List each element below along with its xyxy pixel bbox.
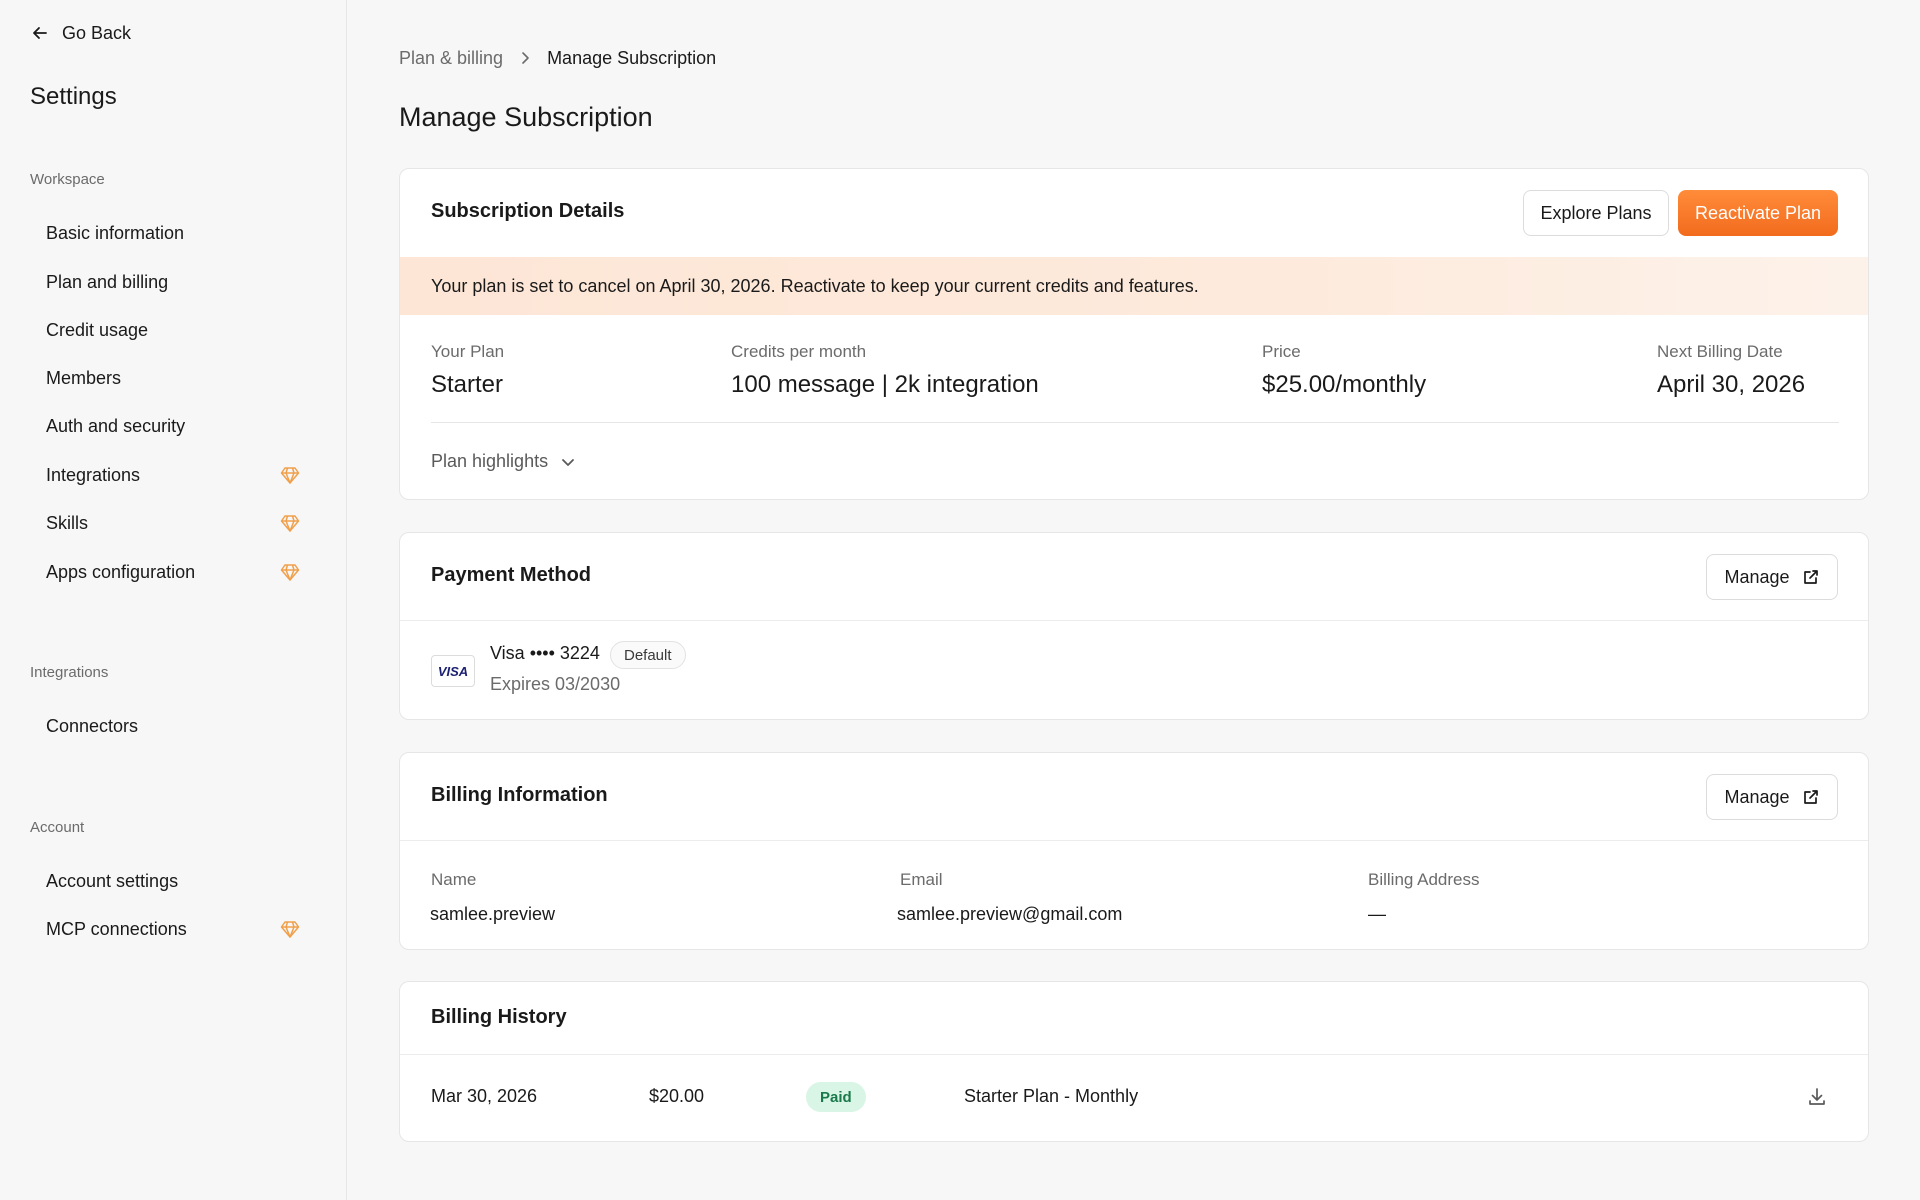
chevron-down-icon — [562, 458, 574, 466]
download-icon[interactable] — [1806, 1086, 1828, 1108]
section-label-account: Account — [30, 819, 85, 836]
go-back-label: Go Back — [62, 22, 132, 43]
billing-history-card: Billing History Mar 30, 2026 $20.00 Paid… — [399, 981, 1869, 1142]
name-label: Name — [431, 870, 477, 889]
plan-highlights-toggle[interactable]: Plan highlights — [431, 451, 578, 472]
divider — [431, 422, 1839, 423]
card-header: Payment Method Manage — [400, 533, 1868, 621]
card-title: Billing History — [431, 1006, 567, 1028]
sidebar-item-label: Auth and security — [46, 415, 186, 436]
credits-label: Credits per month — [731, 342, 867, 361]
settings-sidebar: Go Back Settings Workspace Basic informa… — [0, 0, 347, 1200]
sidebar-item-label: Integrations — [46, 464, 141, 485]
external-link-icon — [1803, 570, 1818, 584]
plan-highlights-label: Plan highlights — [431, 451, 549, 471]
email-value: samlee.preview@gmail.com — [897, 904, 1123, 924]
visa-icon: VISA — [431, 655, 475, 687]
invoice-date: Mar 30, 2026 — [431, 1086, 538, 1106]
explore-plans-button[interactable]: Explore Plans — [1523, 190, 1669, 236]
cancellation-alert: Your plan is set to cancel on April 30, … — [400, 257, 1868, 315]
sidebar-item-connectors[interactable]: Connectors — [30, 706, 310, 746]
sidebar-item-integrations[interactable]: Integrations — [30, 455, 310, 495]
card-expiry: Expires 03/2030 — [490, 674, 621, 694]
sidebar-item-apps-configuration[interactable]: Apps configuration — [30, 552, 310, 592]
settings-title: Settings — [30, 83, 117, 110]
sidebar-item-skills[interactable]: Skills — [30, 503, 310, 543]
page-title: Manage Subscription — [399, 102, 653, 132]
breadcrumb: Plan & billing Manage Subscription — [399, 46, 716, 70]
sidebar-item-plan-and-billing[interactable]: Plan and billing — [30, 262, 310, 302]
diamond-icon — [280, 467, 300, 484]
plan-label: Your Plan — [431, 342, 505, 361]
sidebar-item-label: Plan and billing — [46, 271, 169, 292]
price-label: Price — [1262, 342, 1301, 361]
diamond-icon — [280, 921, 300, 938]
sidebar-item-label: Basic information — [46, 222, 185, 243]
sidebar-item-label: Skills — [46, 512, 89, 533]
sidebar-item-members[interactable]: Members — [30, 358, 310, 398]
name-value: samlee.preview — [430, 904, 556, 924]
sidebar-item-label: Account settings — [46, 870, 179, 891]
sidebar-item-label: Credit usage — [46, 319, 149, 340]
next-billing-label: Next Billing Date — [1657, 342, 1783, 361]
go-back-link[interactable]: Go Back — [30, 20, 131, 46]
card-header: Billing Information Manage — [400, 753, 1868, 841]
email-label: Email — [900, 870, 943, 889]
section-label-integrations: Integrations — [30, 664, 109, 681]
default-badge: Default — [610, 641, 686, 669]
sidebar-item-mcp-connections[interactable]: MCP connections — [30, 909, 310, 949]
diamond-icon — [280, 515, 300, 532]
price-value: $25.00/monthly — [1262, 371, 1427, 398]
section-label-workspace: Workspace — [30, 171, 105, 188]
reactivate-plan-button[interactable]: Reactivate Plan — [1678, 190, 1838, 236]
card-number: Visa •••• 3224 — [490, 643, 600, 663]
payment-method-card: Payment Method Manage VISA Visa •••• 322… — [399, 532, 1869, 720]
card-title: Billing Information — [431, 784, 608, 806]
sidebar-item-basic-information[interactable]: Basic information — [30, 213, 310, 253]
breadcrumb-current: Manage Subscription — [547, 47, 717, 68]
manage-payment-button[interactable]: Manage — [1706, 554, 1838, 600]
sidebar-item-label: Connectors — [46, 715, 139, 736]
invoice-description: Starter Plan - Monthly — [964, 1086, 1139, 1106]
manage-label: Manage — [1724, 786, 1790, 807]
credits-value: 100 message | 2k integration — [731, 371, 1039, 398]
invoice-amount: $20.00 — [649, 1086, 705, 1106]
sidebar-item-account-settings[interactable]: Account settings — [30, 861, 310, 901]
card-header: Subscription Details Explore Plans React… — [400, 169, 1868, 257]
breadcrumb-plan-billing[interactable]: Plan & billing — [399, 48, 503, 69]
manage-label: Manage — [1724, 566, 1790, 587]
status-badge: Paid — [806, 1082, 866, 1112]
arrow-left-icon — [33, 27, 47, 39]
chevron-right-icon — [522, 52, 529, 64]
card-title: Subscription Details — [431, 200, 625, 222]
billing-address-label: Billing Address — [1368, 870, 1480, 889]
external-link-icon — [1803, 790, 1818, 804]
manage-billing-button[interactable]: Manage — [1706, 774, 1838, 820]
card-header: Billing History — [400, 982, 1868, 1055]
sidebar-item-label: Apps configuration — [46, 561, 196, 582]
next-billing-value: April 30, 2026 — [1657, 371, 1806, 398]
sidebar-item-credit-usage[interactable]: Credit usage — [30, 310, 310, 350]
plan-value: Starter — [431, 371, 504, 398]
subscription-details-card: Subscription Details Explore Plans React… — [399, 168, 1869, 500]
billing-information-card: Billing Information Manage Name samlee.p… — [399, 752, 1869, 950]
billing-address-value: — — [1368, 904, 1386, 924]
sidebar-item-label: Members — [46, 367, 122, 388]
sidebar-item-label: MCP connections — [46, 918, 187, 939]
card-title: Payment Method — [431, 564, 592, 586]
diamond-icon — [280, 564, 300, 581]
sidebar-item-auth-and-security[interactable]: Auth and security — [30, 406, 310, 446]
